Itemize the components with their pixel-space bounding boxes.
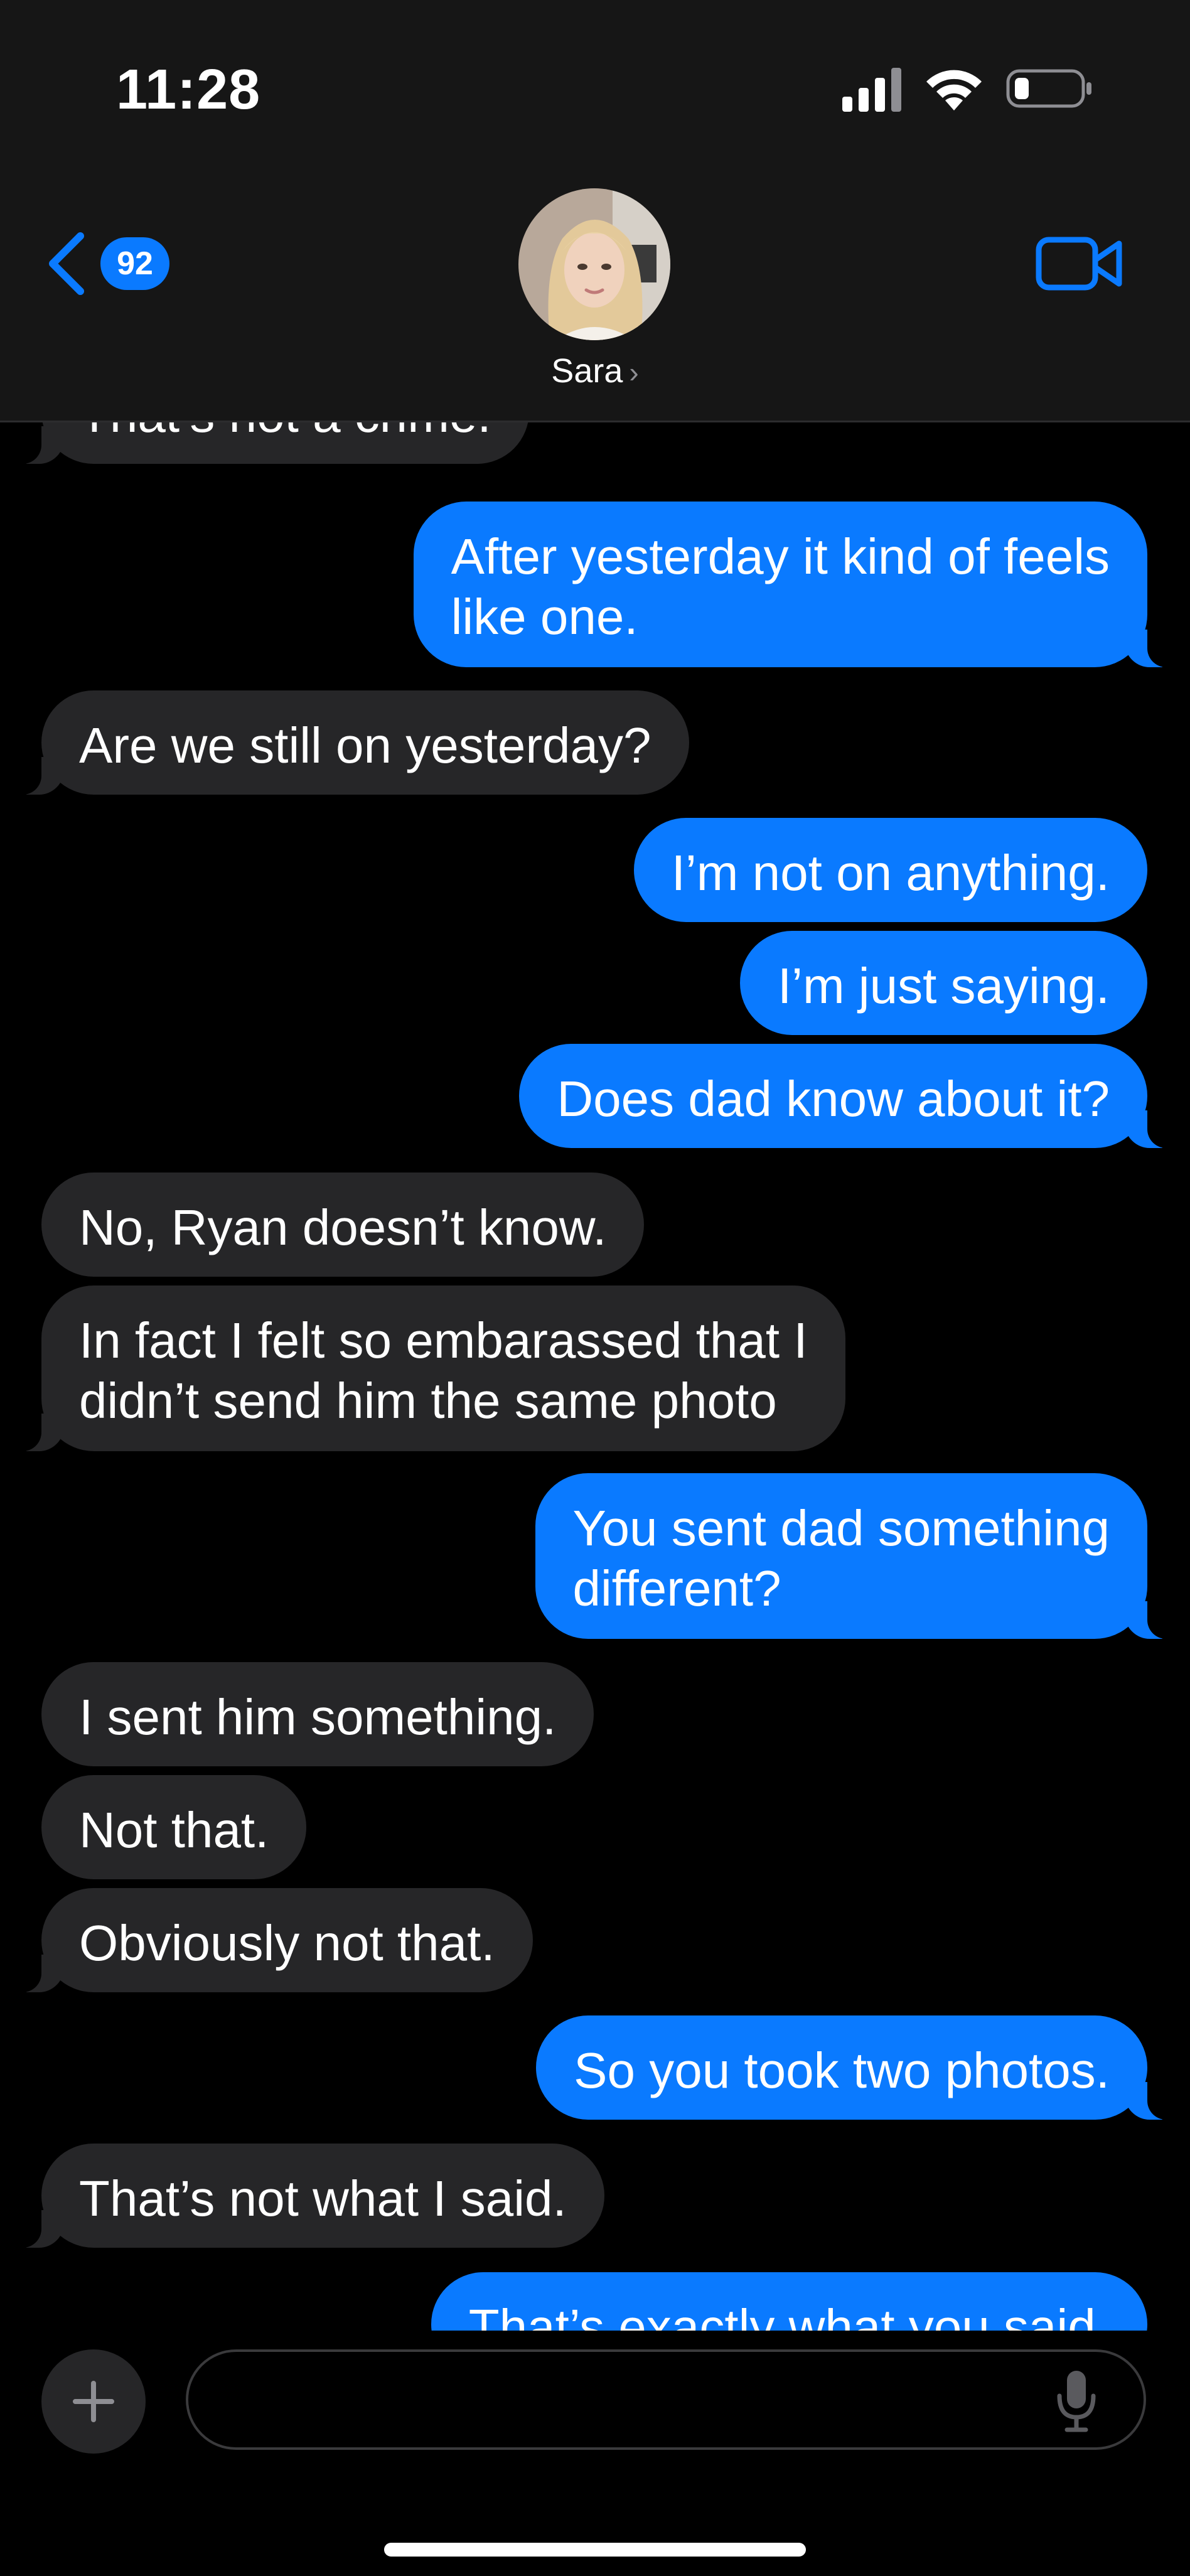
message-bubble-sent[interactable]: Does dad know about it? [519,1044,1179,1148]
battery-low-icon [1006,69,1091,108]
message-text-line: different? [572,1560,781,1616]
message-text: Are we still on yesterday? [79,717,651,773]
microphone-icon[interactable] [1054,2369,1098,2432]
contact-avatar[interactable] [518,188,670,340]
message-text: So you took two photos. [574,2042,1110,2098]
message-bubble-received[interactable]: I sent him something. [41,1662,594,1766]
status-bar: 11:28 [0,0,1190,169]
contact-name: Sara [551,352,623,390]
message-bubble-sent[interactable]: After yesterday it kind of feels like on… [413,502,1179,667]
message-bubble-received[interactable]: That’s not what I said. [10,2144,604,2248]
plus-icon [73,2381,114,2422]
message-bubble-received[interactable]: No, Ryan doesn’t know. [41,1173,645,1277]
chevron-left-icon [49,232,84,295]
message-text-line: didn’t send him the same photo [79,1373,777,1429]
message-bubble-sent[interactable]: So you took two photos. [536,2015,1179,2120]
message-bubble-received[interactable]: Obviously not that. [10,1888,533,1992]
message-bubble-sent[interactable]: I’m just saying. [739,931,1147,1035]
message-bubble-received[interactable]: Not that. [41,1775,307,1879]
home-indicator[interactable] [384,2543,806,2557]
message-text: That’s exactly what you said. [468,2299,1110,2331]
message-text: Obviously not that. [79,1915,495,1971]
chevron-right-icon: › [629,356,639,389]
message-bubble-sent[interactable]: That’s exactly what you said. [431,2272,1147,2331]
composer-bar [0,2331,1190,2576]
message-bubble-received[interactable]: That’s not a crime. [10,422,529,464]
wifi-icon [926,70,982,110]
message-text-line: After yesterday it kind of feels [451,529,1110,584]
message-text: That’s not what I said. [79,2171,567,2226]
message-bubble-sent[interactable]: You sent dad something different? [535,1473,1179,1639]
message-text: I’m not on anything. [671,845,1110,901]
message-bubble-sent[interactable]: I’m not on anything. [633,818,1147,922]
avatar-photo [518,188,670,340]
message-text-line: You sent dad something [572,1500,1110,1556]
message-text: I’m just saying. [777,958,1110,1014]
conversation-header: 92 Sara › [0,169,1190,422]
video-camera-icon[interactable] [1036,232,1123,295]
cellular-signal-icon [842,68,901,112]
back-button[interactable]: 92 [44,226,176,301]
status-time: 11:28 [116,58,261,121]
message-text: No, Ryan doesn’t know. [79,1199,607,1255]
message-text: Does dad know about it? [557,1071,1110,1127]
message-bubble-received[interactable]: In fact I felt so embarassed that I didn… [10,1285,845,1451]
contact-name-button[interactable]: Sara › [0,352,1190,390]
unread-count-badge: 92 [100,237,169,290]
message-text: That’s not a crime. [79,422,491,443]
message-text: Not that. [79,1802,269,1858]
message-text-line: like one. [451,589,638,645]
message-transcript[interactable]: That’s not a crime. After yesterday it k… [0,422,1190,2331]
message-bubble-received[interactable]: Are we still on yesterday? [10,690,689,795]
message-input[interactable] [186,2349,1146,2450]
message-text: I sent him something. [79,1689,557,1745]
message-text-line: In fact I felt so embarassed that I [79,1312,808,1368]
add-attachment-button[interactable] [41,2349,146,2454]
